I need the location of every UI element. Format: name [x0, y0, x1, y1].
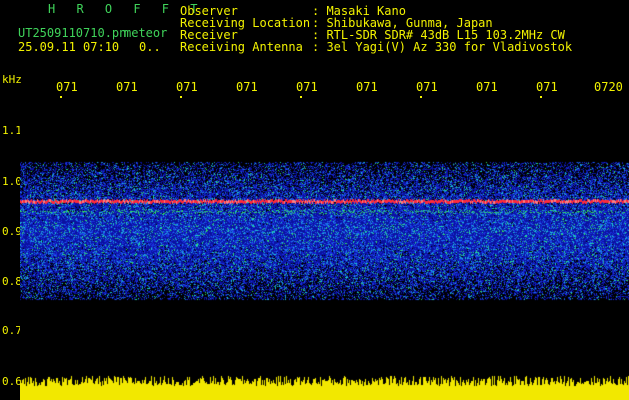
spectrogram-canvas[interactable] — [20, 100, 629, 400]
x-tick: 0720 — [594, 80, 623, 94]
detection-count: 0.. — [139, 40, 161, 54]
x-tick-marker — [540, 96, 542, 98]
info-label-antenna: Receiving Antenna — [180, 40, 303, 54]
x-tick: 071 — [296, 80, 318, 94]
hrofft-viewer: H R O F F T UT2509110710.pn meteor 25.09… — [0, 0, 629, 400]
y-tick: 1.1 — [2, 124, 22, 137]
x-tick: 071 — [236, 80, 258, 94]
meteor-label: meteor — [124, 26, 168, 40]
file-name: UT2509110710.pn — [18, 26, 127, 40]
y-tick: 0.8 — [2, 275, 22, 288]
x-tick: 071 — [56, 80, 78, 94]
datetime: 25.09.11 07:10 — [18, 40, 120, 54]
x-tick: 071 — [416, 80, 438, 94]
x-tick-marker — [180, 96, 182, 98]
y-tick: 0.7 — [2, 324, 22, 337]
y-axis-unit: kHz — [2, 73, 22, 86]
y-tick: 0.6 — [2, 375, 22, 388]
x-tick: 071 — [176, 80, 198, 94]
y-tick: 1.0 — [2, 175, 22, 188]
y-tick: 0.9 — [2, 225, 22, 238]
x-tick-marker — [60, 96, 62, 98]
x-tick: 071 — [536, 80, 558, 94]
x-tick: 071 — [356, 80, 378, 94]
x-tick-marker — [300, 96, 302, 98]
x-tick: 071 — [116, 80, 138, 94]
x-tick: 071 — [476, 80, 498, 94]
info-value-antenna: : 3el Yagi(V) Az 330 for Vladivostok — [312, 40, 573, 54]
x-tick-marker — [420, 96, 422, 98]
